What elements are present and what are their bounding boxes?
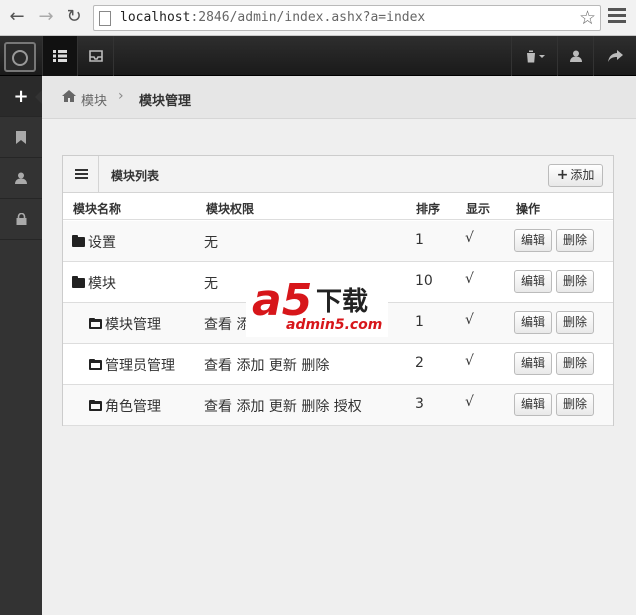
module-permissions-cell: 无 bbox=[204, 235, 218, 251]
breadcrumb-separator-icon: › bbox=[118, 88, 124, 104]
col-header-show: 显示 bbox=[466, 202, 491, 216]
col-header-actions: 操作 bbox=[516, 202, 541, 216]
module-show-cell: √ bbox=[465, 230, 474, 246]
breadcrumb: 模块 › 模块管理 bbox=[42, 76, 636, 119]
forward-icon[interactable]: → bbox=[35, 6, 57, 28]
module-name-cell: 角色管理 bbox=[89, 396, 161, 416]
module-sort-cell: 10 bbox=[415, 273, 433, 289]
edit-button[interactable]: 编辑 bbox=[514, 229, 552, 252]
folder-icon bbox=[72, 235, 85, 247]
delete-button[interactable]: 删除 bbox=[556, 311, 594, 334]
folder-open-icon bbox=[89, 359, 102, 370]
delete-button[interactable]: 删除 bbox=[556, 270, 594, 293]
table-header: 模块名称 模块权限 排序 显示 操作 bbox=[63, 193, 613, 220]
module-name-cell: 设置 bbox=[72, 232, 116, 252]
page-icon bbox=[99, 11, 111, 26]
breadcrumb-link-module[interactable]: 模块 bbox=[81, 90, 107, 109]
module-sort-cell: 2 bbox=[415, 355, 424, 371]
col-header-name: 模块名称 bbox=[73, 202, 122, 216]
list-icon bbox=[63, 156, 99, 192]
share-icon[interactable] bbox=[593, 36, 636, 76]
plus-icon: + bbox=[556, 167, 569, 183]
add-module-button[interactable]: + 添加 bbox=[548, 164, 603, 187]
panel-title: 模块列表 bbox=[111, 169, 160, 183]
browser-menu-icon[interactable] bbox=[608, 8, 626, 24]
plus-icon: + bbox=[13, 86, 29, 107]
module-sort-cell: 1 bbox=[415, 232, 424, 248]
module-permissions-cell: 查看 添加 更新 删除 授权 bbox=[204, 399, 362, 415]
module-name-cell: 管理员管理 bbox=[89, 355, 175, 375]
url-text: localhost:2846/admin/index.ashx?a=index bbox=[120, 10, 426, 25]
sidebar-active-indicator bbox=[35, 90, 42, 104]
delete-button[interactable]: 删除 bbox=[556, 393, 594, 416]
bookmark-icon bbox=[16, 130, 26, 144]
edit-button[interactable]: 编辑 bbox=[514, 393, 552, 416]
module-name-cell: 模块管理 bbox=[89, 314, 161, 334]
module-name-cell: 模块 bbox=[72, 273, 116, 293]
bookmark-star-icon[interactable]: ☆ bbox=[579, 7, 596, 29]
delete-button[interactable]: 删除 bbox=[556, 229, 594, 252]
sidebar-item-user[interactable] bbox=[0, 158, 42, 199]
back-icon[interactable]: ← bbox=[6, 6, 28, 28]
module-show-cell: √ bbox=[465, 394, 474, 410]
edit-button[interactable]: 编辑 bbox=[514, 352, 552, 375]
delete-button[interactable]: 删除 bbox=[556, 352, 594, 375]
table-row: 角色管理 查看 添加 更新 删除 授权 3 √ 编辑 删除 bbox=[63, 385, 613, 426]
module-show-cell: √ bbox=[465, 271, 474, 287]
app-logo[interactable] bbox=[4, 42, 36, 72]
folder-icon bbox=[72, 276, 85, 288]
edit-button[interactable]: 编辑 bbox=[514, 311, 552, 334]
home-icon[interactable] bbox=[62, 90, 76, 106]
module-sort-cell: 1 bbox=[415, 314, 424, 330]
module-sort-cell: 3 bbox=[415, 396, 424, 412]
user-icon[interactable] bbox=[557, 36, 593, 76]
watermark-logo: a5 下载 admin5.com bbox=[246, 277, 388, 337]
panel-header: 模块列表 + 添加 bbox=[63, 156, 613, 193]
address-bar[interactable]: localhost:2846/admin/index.ashx?a=index … bbox=[93, 5, 601, 31]
module-show-cell: √ bbox=[465, 312, 474, 328]
inbox-icon[interactable] bbox=[77, 36, 114, 76]
col-header-permissions: 模块权限 bbox=[206, 202, 255, 216]
reload-icon[interactable]: ↻ bbox=[63, 6, 85, 28]
module-show-cell: √ bbox=[465, 353, 474, 369]
sidebar-item-bookmark[interactable] bbox=[0, 117, 42, 158]
trash-dropdown-icon[interactable] bbox=[511, 36, 557, 76]
breadcrumb-current: 模块管理 bbox=[139, 94, 192, 109]
module-permissions-cell: 查看 添加 更新 删除 bbox=[204, 358, 330, 374]
edit-button[interactable]: 编辑 bbox=[514, 270, 552, 293]
col-header-sort: 排序 bbox=[416, 202, 441, 216]
folder-open-icon bbox=[89, 400, 102, 411]
table-row: 管理员管理 查看 添加 更新 删除 2 √ 编辑 删除 bbox=[63, 344, 613, 385]
browser-toolbar: ← → ↻ localhost:2846/admin/index.ashx?a=… bbox=[0, 0, 636, 36]
module-permissions-cell: 无 bbox=[204, 276, 218, 292]
module-permissions-cell: 查看 添 bbox=[204, 317, 251, 333]
folder-open-icon bbox=[89, 318, 102, 329]
table-row: 设置 无 1 √ 编辑 删除 bbox=[63, 221, 613, 262]
lock-icon bbox=[16, 212, 26, 225]
sidebar: + bbox=[0, 76, 42, 615]
user-icon bbox=[15, 172, 27, 184]
sidebar-item-lock[interactable] bbox=[0, 199, 42, 240]
list-view-icon[interactable] bbox=[42, 36, 77, 76]
